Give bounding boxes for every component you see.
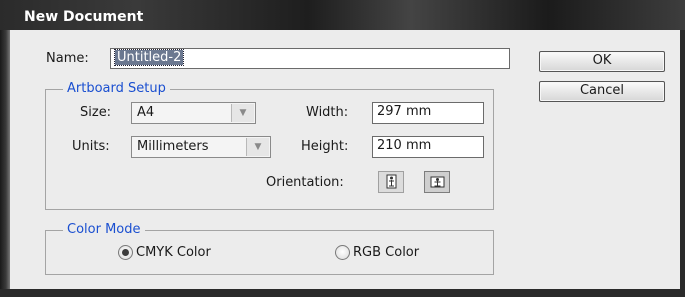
height-label: Height:: [301, 139, 349, 154]
size-label: Size:: [80, 105, 112, 120]
landscape-orientation-button[interactable]: [424, 171, 450, 193]
cancel-button[interactable]: Cancel: [539, 81, 665, 102]
size-value: A4: [137, 105, 155, 120]
name-value: Untitled-2: [113, 49, 185, 66]
window-frame-right: [680, 30, 685, 297]
width-input[interactable]: 297 mm: [372, 102, 484, 124]
title-bar[interactable]: New Document: [0, 0, 685, 30]
landscape-orientation-icon: [430, 176, 445, 188]
rgb-label[interactable]: RGB Color: [353, 245, 419, 261]
color-mode-legend: Color Mode: [63, 222, 145, 238]
orientation-label: Orientation:: [266, 175, 344, 190]
portrait-orientation-button[interactable]: [378, 171, 404, 193]
name-input[interactable]: Untitled-2: [110, 48, 510, 69]
width-label: Width:: [306, 105, 349, 120]
cmyk-radio[interactable]: [118, 245, 133, 260]
units-label: Units:: [72, 139, 110, 154]
units-dropdown[interactable]: Millimeters ▼: [131, 136, 271, 158]
units-value: Millimeters: [137, 139, 209, 154]
window-frame-left: [0, 30, 10, 297]
height-input[interactable]: 210 mm: [372, 136, 484, 158]
cmyk-label[interactable]: CMYK Color: [136, 245, 211, 261]
artboard-setup-legend: Artboard Setup: [63, 81, 170, 97]
portrait-orientation-icon: [386, 174, 397, 189]
ok-button[interactable]: OK: [539, 51, 665, 72]
chevron-down-icon: ▼: [231, 104, 254, 122]
window-title: New Document: [24, 9, 144, 25]
chevron-down-icon: ▼: [246, 138, 269, 156]
new-document-dialog: Name: Untitled-2 OK Cancel Artboard Setu…: [10, 30, 680, 289]
window-frame-bottom: [0, 289, 685, 297]
name-label: Name:: [46, 51, 89, 66]
size-dropdown[interactable]: A4 ▼: [131, 102, 256, 124]
rgb-radio[interactable]: [335, 245, 350, 260]
